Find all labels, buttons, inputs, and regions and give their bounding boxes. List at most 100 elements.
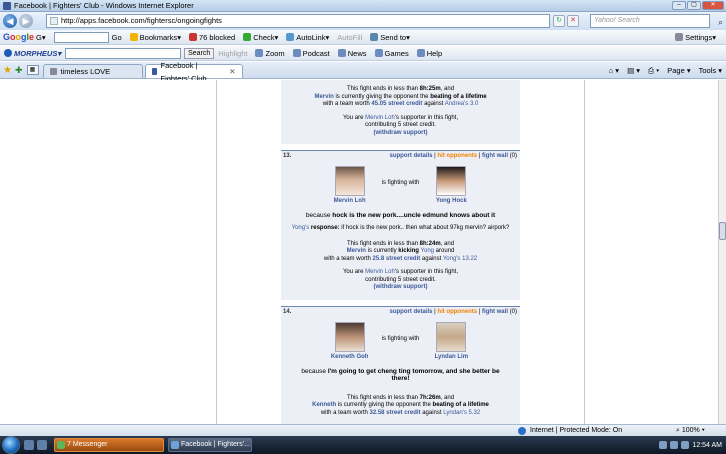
windows-taskbar: 7 Messenger Facebook | Fighters'... 12:5… [0, 436, 726, 454]
blocked-icon [188, 33, 197, 41]
favorites-star-icon[interactable]: ★ [3, 65, 12, 76]
back-button[interactable]: ◀ [3, 14, 17, 28]
morpheus-search-button[interactable]: Search [184, 47, 215, 59]
news-button[interactable]: News [337, 49, 367, 58]
close-window-button[interactable]: ✕ [702, 1, 724, 10]
fighter-one[interactable]: Kenneth Goh [326, 322, 374, 362]
scrollbar-thumb[interactable] [719, 222, 726, 240]
hit-opponents-link[interactable]: hit opponents [437, 309, 477, 315]
bookmarks-button[interactable]: Bookmarks ▾ [129, 33, 181, 42]
fight-header: 14. support details | hit opponents | fi… [281, 306, 520, 316]
sendto-button[interactable]: Send to ▾ [370, 33, 410, 42]
close-tab-icon[interactable]: ✕ [229, 65, 235, 78]
fighter-one[interactable]: Mervin Loh [326, 166, 374, 206]
facebook-favicon-icon [151, 68, 157, 75]
podcast-icon [292, 49, 301, 57]
tab-bar: ★ ✚ ▦ timeless LOVE Facebook | Fighters'… [0, 61, 726, 83]
fight-wall-link[interactable]: fight wall [482, 153, 508, 159]
page-favicon-icon [49, 68, 57, 75]
zoom-level[interactable]: ⌕ 100% ▾ [676, 425, 705, 436]
hit-opponents-link[interactable]: hit opponents [437, 153, 477, 159]
quick-tabs-icon[interactable]: ▦ [26, 65, 39, 75]
settings-button[interactable]: Settings ▾ [675, 33, 716, 42]
google-go-button[interactable]: Go [112, 33, 122, 42]
google-toolbar: Google G ▾ Go Bookmarks ▾ 76 blocked Che… [0, 30, 726, 45]
support-details-link[interactable]: support details [389, 153, 432, 159]
check-button[interactable]: Check ▾ [243, 33, 278, 42]
google-logo: Google [3, 32, 35, 42]
morpheus-toolbar: MORPHEUS ▾ Search Highlight Zoom Podcast… [0, 46, 726, 61]
page-menu[interactable]: Page ▾ [667, 64, 690, 77]
fight-reason: because hock is the new pork....uncle ed… [305, 211, 496, 219]
system-tray: 12:54 AM [659, 436, 726, 454]
fight-entry-13: 13. support details | hit opponents | fi… [281, 150, 520, 300]
add-favorites-icon[interactable]: ✚ [15, 65, 23, 76]
fighter-link[interactable]: Kenneth [312, 402, 336, 408]
search-input[interactable]: Yahoo! Search ⌕ [590, 14, 723, 28]
fighter-link[interactable]: Mervin [314, 94, 333, 100]
avatar[interactable] [436, 166, 467, 196]
tab-timeless-love[interactable]: timeless LOVE [42, 64, 143, 78]
taskbar-messenger[interactable]: 7 Messenger [54, 438, 164, 452]
refresh-icon[interactable]: ↻ [553, 15, 565, 27]
maximize-button[interactable]: ▢ [687, 1, 701, 10]
messenger-tray-icon[interactable] [681, 441, 690, 449]
podcast-button[interactable]: Podcast [292, 49, 330, 58]
google-search-input[interactable] [53, 31, 109, 43]
minimize-button[interactable]: – [672, 1, 686, 10]
withdraw-support-link[interactable]: (withdraw support) [374, 130, 428, 136]
supported-fighter-link[interactable]: Mervin Loh [365, 115, 395, 121]
fighter-two[interactable]: Yong Hock [427, 166, 475, 206]
home-icon[interactable]: ⌂ ▾ [609, 64, 619, 77]
print-icon[interactable]: ⎙ ▾ [648, 64, 659, 77]
supported-fighter-link[interactable]: Mervin Loh [365, 269, 395, 275]
morpheus-search-input[interactable] [65, 47, 182, 59]
google-g-dropdown[interactable]: G ▾ [36, 33, 46, 42]
opponent-link[interactable]: Andrea's 3.0 [445, 101, 479, 107]
withdraw-support-link[interactable]: (withdraw support) [374, 284, 428, 290]
fighters-pair: Kenneth Goh is fighting with Lyndan Lim [281, 322, 520, 362]
fight-wall-link[interactable]: fight wall [482, 309, 508, 315]
news-icon [337, 49, 346, 57]
fight-number: 14. [283, 309, 292, 315]
send-icon [370, 33, 379, 41]
clock[interactable]: 12:54 AM [692, 442, 722, 449]
opponent-link[interactable]: Yong's 13.22 [443, 256, 477, 262]
avatar[interactable] [334, 166, 365, 196]
start-button[interactable] [2, 436, 20, 454]
autofill-button[interactable]: AutoFill [337, 33, 362, 42]
tools-menu[interactable]: Tools ▾ [699, 64, 722, 77]
popup-blocked-button[interactable]: 76 blocked [188, 33, 235, 42]
fighter-two[interactable]: Lyndan Lim [427, 322, 475, 362]
switch-windows-icon[interactable] [37, 440, 47, 450]
messenger-icon [57, 441, 65, 449]
autolink-button[interactable]: AutoLink ▾ [286, 33, 329, 42]
highlight-button[interactable]: Highlight [218, 49, 247, 58]
fight-response: Yong's response: if hock is the new pork… [291, 225, 510, 231]
feeds-icon[interactable]: ▤ ▾ [627, 64, 640, 77]
avatar[interactable] [436, 322, 467, 352]
fight-reason: because I'm going to get cheng ting tomo… [301, 367, 500, 383]
fight-entry-14: 14. support details | hit opponents | fi… [281, 306, 520, 424]
zoom-button[interactable]: Zoom [255, 49, 285, 58]
address-input[interactable]: http://apps.facebook.com/fightersc/ongoi… [46, 14, 550, 28]
avatar[interactable] [334, 322, 365, 352]
opponent-link[interactable]: Lyndan's 5.32 [443, 410, 480, 416]
volume-icon[interactable] [670, 441, 679, 449]
right-column-border [584, 80, 585, 424]
window-titlebar: Facebook | Fighters' Club - Windows Inte… [0, 0, 726, 12]
stop-icon[interactable]: ✕ [567, 15, 579, 27]
vertical-scrollbar[interactable] [718, 80, 726, 424]
taskbar-ie-window[interactable]: Facebook | Fighters'... [168, 438, 252, 452]
fighter-link[interactable]: Mervin [347, 248, 366, 254]
security-zone[interactable]: Internet | Protected Mode: On [518, 425, 622, 436]
forward-button[interactable]: ▶ [19, 14, 33, 28]
magnifier-icon[interactable]: ⌕ [718, 16, 723, 28]
games-button[interactable]: Games [374, 49, 409, 58]
support-details-link[interactable]: support details [389, 309, 432, 315]
help-button[interactable]: Help [416, 49, 442, 58]
show-desktop-icon[interactable] [24, 440, 34, 450]
network-icon[interactable] [659, 441, 668, 449]
tab-facebook-fighters-club[interactable]: Facebook | Fighters' Club ✕ [144, 61, 243, 83]
ie-icon [171, 441, 179, 449]
